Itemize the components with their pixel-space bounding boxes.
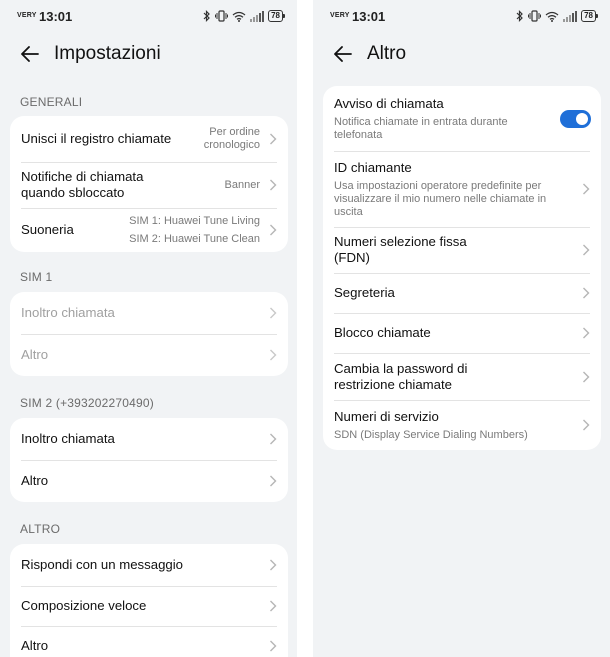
row-title: Avviso di chiamata	[334, 95, 444, 111]
status-icons: 78	[203, 8, 285, 24]
vibrate-icon	[528, 10, 542, 22]
chevron-right-icon	[583, 371, 590, 382]
page-header: Altro	[313, 38, 610, 70]
status-bar: VERY 13:01 78	[0, 0, 297, 32]
section-label-sim2: SIM 2 (+393202270490)	[20, 396, 154, 410]
settings-screen: VERY 13:01 78 Impostazioni GENERALI Unis…	[0, 0, 297, 657]
row-title: Blocco chiamate	[334, 325, 431, 340]
service-numbers-row[interactable]: Numeri di servizio SDN (Display Service …	[323, 400, 601, 450]
chevron-right-icon	[270, 433, 277, 445]
reply-with-message-row[interactable]: Rispondi con un messaggio	[10, 544, 288, 586]
chevron-right-icon	[583, 327, 590, 339]
generali-card: Unisci il registro chiamate Per ordine cr…	[10, 116, 288, 252]
sim2-other-row[interactable]: Altro	[10, 460, 288, 502]
sim2-call-forwarding-row[interactable]: Inoltro chiamata	[10, 418, 288, 460]
altro-card: Rispondi con un messaggio Composizione v…	[10, 544, 288, 657]
section-label-generali: GENERALI	[20, 95, 83, 109]
section-label-altro: ALTRO	[20, 522, 61, 536]
ringtone-row[interactable]: Suoneria SIM 1: Huawei Tune Living SIM 2:…	[10, 208, 288, 252]
row-title: Rispondi con un messaggio	[21, 557, 184, 572]
row-title: Composizione veloce	[21, 598, 147, 613]
chevron-right-icon	[270, 600, 277, 612]
sim1-call-forwarding-row[interactable]: Inoltro chiamata	[10, 292, 288, 334]
status-time: 13:01	[39, 9, 73, 24]
row-title: Inoltro chiamata	[21, 305, 115, 320]
chevron-right-icon	[270, 640, 277, 652]
status-icons: 78	[516, 8, 598, 24]
chevron-right-icon	[270, 559, 277, 571]
vibrate-icon	[215, 10, 229, 22]
sim2-card: Inoltro chiamata Altro	[10, 418, 288, 502]
row-subtitle: Usa impostazioni operatore predefinite p…	[334, 179, 547, 218]
page-header: Impostazioni	[0, 38, 297, 70]
battery-indicator: 78	[268, 10, 285, 22]
sim1-card: Inoltro chiamata Altro	[10, 292, 288, 376]
call-barring-row[interactable]: Blocco chiamate	[323, 313, 601, 353]
row-title: Inoltro chiamata	[21, 431, 115, 446]
change-barring-password-row[interactable]: Cambia la password di restrizione chiamat…	[323, 353, 601, 400]
chevron-right-icon	[270, 475, 277, 487]
voicemail-row[interactable]: Segreteria	[323, 273, 601, 313]
more-settings-row[interactable]: Altro	[10, 626, 288, 657]
back-button[interactable]	[321, 38, 365, 70]
row-title: Suoneria	[21, 222, 74, 237]
carrier-label: VERY	[17, 12, 37, 19]
row-title: Cambia la password di restrizione chiamat…	[334, 360, 468, 392]
page-title: Altro	[367, 43, 407, 64]
row-title: Altro	[21, 473, 49, 488]
row-title: Unisci il registro chiamate	[21, 131, 172, 146]
other-settings-card: Avviso di chiamata Notifica chiamate in …	[323, 86, 601, 450]
wifi-icon	[545, 11, 559, 22]
back-arrow-icon	[334, 46, 352, 62]
speed-dial-row[interactable]: Composizione veloce	[10, 586, 288, 626]
merge-call-log-row[interactable]: Unisci il registro chiamate Per ordine cr…	[10, 116, 288, 162]
signal-icon	[563, 10, 578, 22]
row-subtitle: Notifica chiamate in entrata durante tele…	[334, 115, 508, 141]
row-value: Banner	[224, 178, 260, 191]
sim1-other-row[interactable]: Altro	[10, 334, 288, 376]
chevron-right-icon	[583, 244, 590, 256]
row-title: Segreteria	[334, 285, 395, 300]
row-value: SIM 1: Huawei Tune Living SIM 2: Huawei T…	[129, 214, 260, 245]
caller-id-row[interactable]: ID chiamante Usa impostazioni operatore …	[323, 151, 601, 227]
row-title: Notifiche di chiamata quando sbloccato	[21, 169, 144, 200]
back-arrow-icon	[21, 46, 39, 62]
row-title: Altro	[21, 347, 49, 362]
signal-icon	[250, 10, 265, 22]
row-title: Numeri selezione fissa (FDN)	[334, 234, 467, 265]
row-title: ID chiamante	[334, 159, 412, 175]
status-bar: VERY 13:01 78	[313, 0, 610, 32]
section-label-sim1: SIM 1	[20, 270, 53, 284]
chevron-right-icon	[270, 224, 277, 236]
chevron-right-icon	[583, 419, 590, 431]
row-title: Altro	[21, 638, 49, 653]
chevron-right-icon	[270, 349, 277, 361]
wifi-icon	[232, 11, 246, 22]
fdn-row[interactable]: Numeri selezione fissa (FDN)	[323, 227, 601, 273]
call-notification-row[interactable]: Notifiche di chiamata quando sbloccato Ba…	[10, 162, 288, 208]
call-waiting-toggle[interactable]	[560, 109, 591, 128]
other-settings-screen: VERY 13:01 78 Altro Avviso di chiamata N…	[313, 0, 610, 657]
chevron-right-icon	[270, 307, 277, 319]
bluetooth-icon	[203, 10, 210, 22]
chevron-right-icon	[270, 133, 277, 145]
call-waiting-row[interactable]: Avviso di chiamata Notifica chiamate in …	[323, 86, 601, 151]
row-value: Per ordine cronologico	[203, 126, 260, 151]
chevron-right-icon	[583, 183, 590, 195]
chevron-right-icon	[270, 179, 277, 191]
back-button[interactable]	[8, 38, 52, 70]
carrier-label: VERY	[330, 12, 350, 19]
battery-indicator: 78	[581, 10, 598, 22]
row-title: Numeri di servizio	[334, 408, 439, 424]
page-title: Impostazioni	[54, 43, 161, 64]
chevron-right-icon	[583, 287, 590, 299]
row-subtitle: SDN (Display Service Dialing Numbers)	[334, 428, 528, 441]
status-time: 13:01	[352, 9, 386, 24]
bluetooth-icon	[516, 10, 523, 22]
